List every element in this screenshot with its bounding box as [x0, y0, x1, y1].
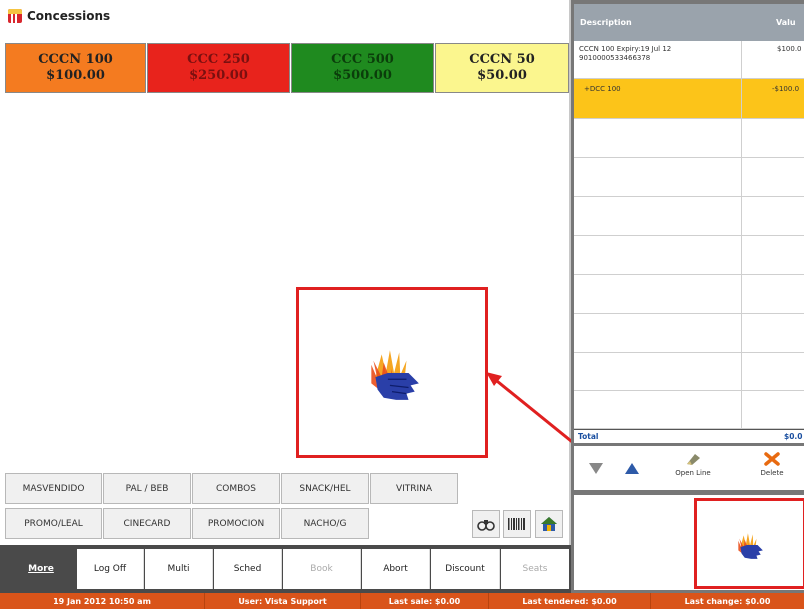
house-icon [541, 517, 557, 531]
hand-cursor-icon [738, 533, 763, 559]
total-value: $0.0 [784, 432, 803, 441]
category-promo-leal[interactable]: PROMO/LEAL [5, 508, 102, 539]
annotation-highlight-box-small [694, 498, 804, 589]
multi-button[interactable]: Multi [145, 549, 213, 589]
category-masvendido[interactable]: MASVENDIDO [5, 473, 102, 504]
category-promocion[interactable]: PROMOCION [192, 508, 280, 539]
order-row-detail: 9010000533466378 [579, 54, 651, 62]
order-row-empty [574, 353, 804, 391]
book-button[interactable]: Book [283, 549, 361, 589]
order-row-description: +DCC 100 [584, 85, 621, 93]
sched-button[interactable]: Sched [214, 549, 282, 589]
order-row-value: -$100.0 [772, 85, 800, 93]
column-header-description: Description [580, 18, 632, 27]
order-row-empty [574, 391, 804, 429]
total-row: Total $0.0 [574, 429, 804, 443]
home-button[interactable] [535, 510, 563, 538]
status-datetime: 19 Jan 2012 10:50 am [0, 593, 205, 609]
delete-x-icon [764, 452, 780, 466]
order-row-empty [574, 197, 804, 236]
category-cinecard[interactable]: CINECARD [103, 508, 191, 539]
arrow-up-icon [625, 463, 639, 474]
order-row-empty [574, 275, 804, 314]
status-last-tendered: Last tendered: $0.00 [489, 593, 651, 609]
open-line-icon [687, 454, 700, 465]
order-row-empty [574, 119, 804, 158]
order-row-empty [574, 236, 804, 275]
log-off-button[interactable]: Log Off [77, 549, 144, 589]
total-label: Total [578, 432, 599, 441]
binoculars-button[interactable] [472, 510, 500, 538]
status-user: User: Vista Support [205, 593, 361, 609]
seats-button[interactable]: Seats [501, 549, 569, 589]
order-row-description: CCCN 100 Expiry:19 Jul 12 [579, 45, 672, 53]
delete-button[interactable]: Delete [743, 452, 801, 488]
status-last-sale: Last sale: $0.00 [361, 593, 489, 609]
open-line-button[interactable]: Open Line [664, 452, 722, 488]
order-row-empty [574, 158, 804, 197]
binoculars-icon [477, 520, 495, 531]
column-header-value: Valu [776, 18, 796, 27]
category-nacho-g[interactable]: NACHO/G [281, 508, 369, 539]
more-button[interactable]: More [6, 549, 76, 589]
category-snack-hel[interactable]: SNACK/HEL [281, 473, 369, 504]
scroll-up-button[interactable] [624, 460, 642, 476]
barcode-button[interactable] [503, 510, 531, 538]
category-pal-beb[interactable]: PAL / BEB [103, 473, 191, 504]
barcode-icon [508, 518, 525, 530]
status-last-change: Last change: $0.00 [684, 596, 771, 606]
abort-button[interactable]: Abort [362, 549, 430, 589]
order-row-value: $100.0 [777, 45, 802, 53]
category-combos[interactable]: COMBOS [192, 473, 280, 504]
category-vitrina[interactable]: VITRINA [370, 473, 458, 504]
arrow-down-icon [589, 463, 603, 474]
column-divider [741, 41, 742, 429]
discount-button[interactable]: Discount [431, 549, 500, 589]
order-row[interactable]: CCCN 100 Expiry:19 Jul 12 90100005334663… [574, 41, 804, 79]
order-row-empty [574, 314, 804, 353]
order-row-selected[interactable]: +DCC 100 -$100.0 [574, 79, 804, 119]
scroll-down-button[interactable] [588, 460, 606, 476]
